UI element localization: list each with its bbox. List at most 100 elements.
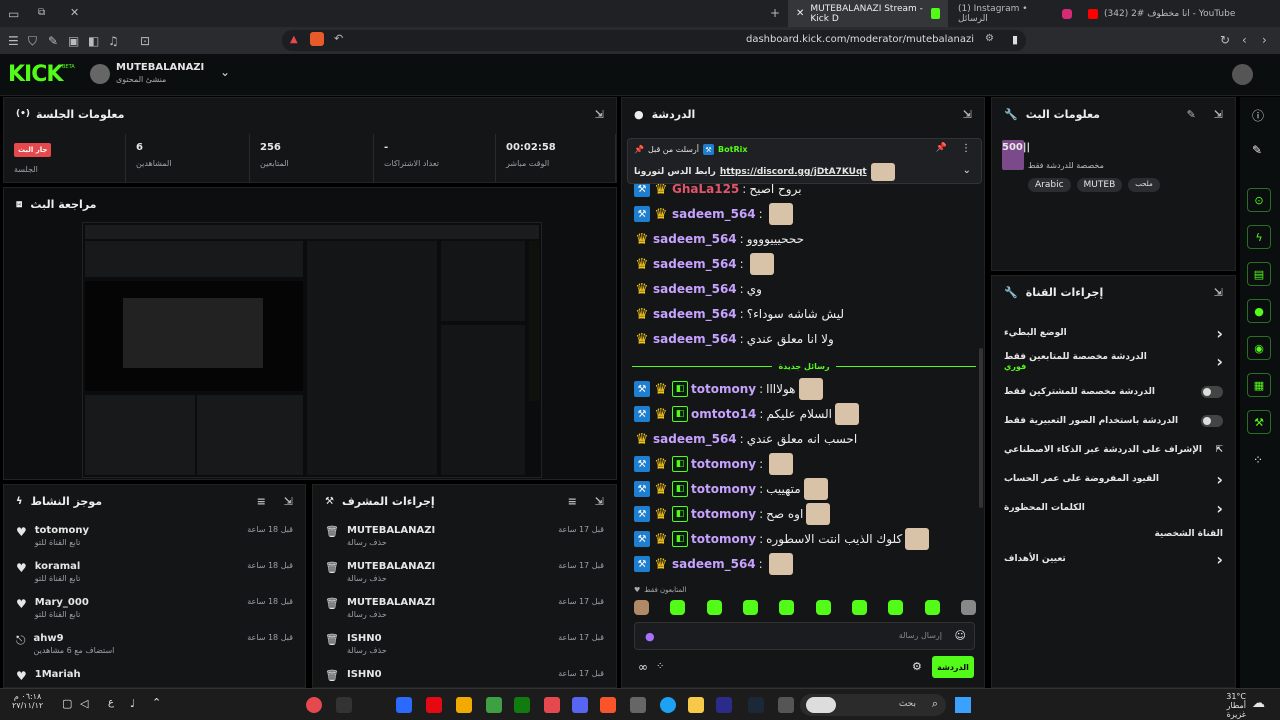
chat-username[interactable]: sadeem_564 bbox=[653, 332, 737, 346]
user-avatar[interactable] bbox=[1232, 64, 1253, 85]
brave-rewards-icon[interactable]: ▲ bbox=[290, 34, 298, 45]
emote-icon[interactable] bbox=[960, 600, 976, 615]
popout-icon[interactable]: ⇲ bbox=[1214, 108, 1223, 121]
broadcast-icon[interactable]: ◉ bbox=[1247, 336, 1271, 360]
chat-username[interactable]: totomony bbox=[691, 507, 756, 521]
chevron-right-icon[interactable]: › bbox=[1216, 550, 1223, 569]
taskbar-app-icon[interactable] bbox=[778, 697, 794, 713]
gear-icon[interactable]: ⚙ bbox=[912, 660, 922, 673]
chat-message[interactable]: ⚒ ♛ ◧ omtoto14: السلام عليكم bbox=[634, 403, 859, 425]
tab-instagram[interactable]: (1) Instagram • الرسائل bbox=[950, 0, 1080, 27]
taskbar-app-icon[interactable] bbox=[456, 697, 472, 713]
emote-icon[interactable] bbox=[706, 600, 722, 615]
taskbar-app-icon[interactable] bbox=[544, 697, 560, 713]
pencil-icon[interactable]: ✎ bbox=[1252, 143, 1262, 157]
chat-username[interactable]: sadeem_564 bbox=[653, 257, 737, 271]
pinned-link[interactable]: https://discord.gg/jDtA7KUqt bbox=[720, 167, 867, 177]
scan-icon[interactable]: ⊙ bbox=[1247, 188, 1271, 212]
chat-icon[interactable]: ▢ bbox=[62, 697, 72, 710]
extensions-icon[interactable]: ✎ bbox=[48, 34, 58, 48]
popout-icon[interactable]: ⇲ bbox=[963, 108, 972, 121]
site-settings-icon[interactable]: ⚙ bbox=[985, 33, 994, 44]
channel-action-item[interactable]: الدردشة باستخدام الصور التعبيرية فقط bbox=[992, 408, 1235, 434]
info-icon[interactable]: ⓘ bbox=[1252, 107, 1264, 124]
users-icon[interactable]: ⁘ bbox=[1253, 453, 1263, 467]
taskbar-search[interactable]: بحث ⌕ bbox=[800, 694, 946, 716]
chat-message[interactable]: ⚒ ♛ sadeem_564: bbox=[634, 553, 793, 575]
chevron-right-icon[interactable]: › bbox=[1216, 470, 1223, 489]
bolt-icon[interactable]: ϟ bbox=[1247, 225, 1271, 249]
chat-message[interactable]: ♛ sadeem_564: ولا انا معلق عندي bbox=[634, 328, 834, 350]
filter-icon[interactable]: ≡ bbox=[257, 495, 266, 508]
emote-icon[interactable] bbox=[888, 600, 904, 615]
settings-infinity-icon[interactable]: ∞ bbox=[638, 660, 648, 674]
unpin-icon[interactable]: 📌 bbox=[936, 143, 947, 153]
discord-icon[interactable] bbox=[572, 697, 588, 713]
chat-username[interactable]: sadeem_564 bbox=[653, 232, 737, 246]
emote-icon[interactable] bbox=[670, 600, 686, 615]
tab-search-icon[interactable]: ⧉ bbox=[38, 7, 45, 18]
tab-kick[interactable]: ✕ MUTEBALANAZI Stream - Kick D bbox=[788, 0, 948, 27]
toggle-switch[interactable] bbox=[1201, 415, 1223, 427]
steam-icon[interactable] bbox=[748, 697, 764, 713]
popout-icon[interactable]: ⇲ bbox=[595, 495, 604, 508]
menu-icon[interactable]: ☰ bbox=[8, 34, 19, 48]
folder-icon[interactable] bbox=[688, 697, 704, 713]
chat-message[interactable]: ⚒ ♛ ◧ totomony: كلوك الذيب انتت الاسطوره bbox=[634, 528, 930, 550]
toggle-switch[interactable] bbox=[1201, 386, 1223, 398]
chevron-down-icon[interactable]: ⌄ bbox=[963, 165, 971, 176]
chat-message[interactable]: ⚒ ♛ ◧ totomony: هولاااا bbox=[634, 378, 823, 400]
taskbar-app-icon[interactable] bbox=[396, 697, 412, 713]
mic-icon[interactable]: ♩ bbox=[130, 697, 135, 710]
taskbar-app-icon[interactable] bbox=[336, 697, 352, 713]
popout-icon[interactable]: ⇲ bbox=[1214, 286, 1223, 299]
user-dots-icon[interactable]: ⁘ bbox=[656, 661, 664, 672]
taskbar-app-icon[interactable] bbox=[716, 697, 732, 713]
chat-username[interactable]: totomony bbox=[691, 382, 756, 396]
chat-username[interactable]: totomony bbox=[691, 532, 756, 546]
chevron-right-icon[interactable]: › bbox=[1216, 324, 1223, 343]
volume-icon[interactable]: ◁ bbox=[80, 697, 88, 710]
record-app-icon[interactable] bbox=[306, 697, 322, 713]
store-icon[interactable] bbox=[630, 697, 646, 713]
channel-action-item[interactable]: الوضع البطيء › bbox=[992, 320, 1235, 346]
chat-message[interactable]: ⚒ ♛ ◧ totomony: متهييب bbox=[634, 478, 828, 500]
url-text[interactable]: dashboard.kick.com/moderator/mutebalanaz… bbox=[746, 34, 974, 45]
chevron-right-icon[interactable]: › bbox=[1216, 499, 1223, 518]
external-link-icon[interactable]: ⇱ bbox=[1215, 445, 1223, 455]
wallet-icon[interactable]: ▣ bbox=[68, 34, 79, 48]
chat-username[interactable]: GhaLa125 bbox=[672, 182, 739, 196]
screenshot-icon[interactable]: ⊡ bbox=[140, 34, 150, 48]
emote-icon[interactable] bbox=[924, 600, 940, 615]
taskbar-app-icon[interactable] bbox=[486, 697, 502, 713]
bookmark-icon[interactable]: ▮ bbox=[1012, 33, 1018, 46]
tools-icon[interactable]: ⚒ bbox=[1247, 410, 1271, 434]
address-bar[interactable]: ▲ ↶ dashboard.kick.com/moderator/mutebal… bbox=[282, 30, 1026, 51]
edge-icon[interactable] bbox=[660, 697, 676, 713]
mic-icon[interactable]: ● bbox=[645, 630, 655, 643]
netflix-icon[interactable] bbox=[426, 697, 442, 713]
brave-shield-icon[interactable] bbox=[310, 32, 324, 46]
chat-message[interactable]: ♛ sadeem_564: bbox=[634, 253, 774, 275]
language-indicator[interactable]: ع bbox=[108, 697, 114, 708]
chat-username[interactable]: sadeem_564 bbox=[653, 307, 737, 321]
chat-username[interactable]: omtoto14 bbox=[691, 407, 756, 421]
chat-message[interactable]: ♛ sadeem_564: احسب انه معلق عندي bbox=[634, 428, 857, 450]
reader-icon[interactable]: ◧ bbox=[88, 34, 99, 48]
chat-message[interactable]: ⚒ ♛ ◧ totomony: اوه صح bbox=[634, 503, 831, 525]
new-tab-button[interactable]: + bbox=[770, 6, 780, 20]
close-icon[interactable]: ✕ bbox=[70, 6, 79, 19]
chat-username[interactable]: sadeem_564 bbox=[653, 432, 737, 446]
kick-logo[interactable]: KICK bbox=[8, 62, 63, 87]
chat-username[interactable]: sadeem_564 bbox=[672, 557, 756, 571]
send-chat-button[interactable]: الدردشة bbox=[932, 656, 974, 678]
emote-icon[interactable] bbox=[851, 600, 867, 615]
channel-action-item[interactable]: القيود المفروضة على عمر الحساب › bbox=[992, 466, 1235, 492]
chat-scrollbar[interactable] bbox=[979, 348, 983, 508]
more-icon[interactable]: ⋮ bbox=[961, 143, 971, 154]
popout-icon[interactable]: ⇲ bbox=[284, 495, 293, 508]
edit-icon[interactable]: ✎ bbox=[1187, 108, 1196, 121]
tab-youtube[interactable]: (342) انا مخطوف #2 - YouTube bbox=[1080, 0, 1280, 27]
channel-action-item[interactable]: الدردشة مخصصة للمشتركين فقط bbox=[992, 379, 1235, 405]
chat-username[interactable]: sadeem_564 bbox=[653, 282, 737, 296]
